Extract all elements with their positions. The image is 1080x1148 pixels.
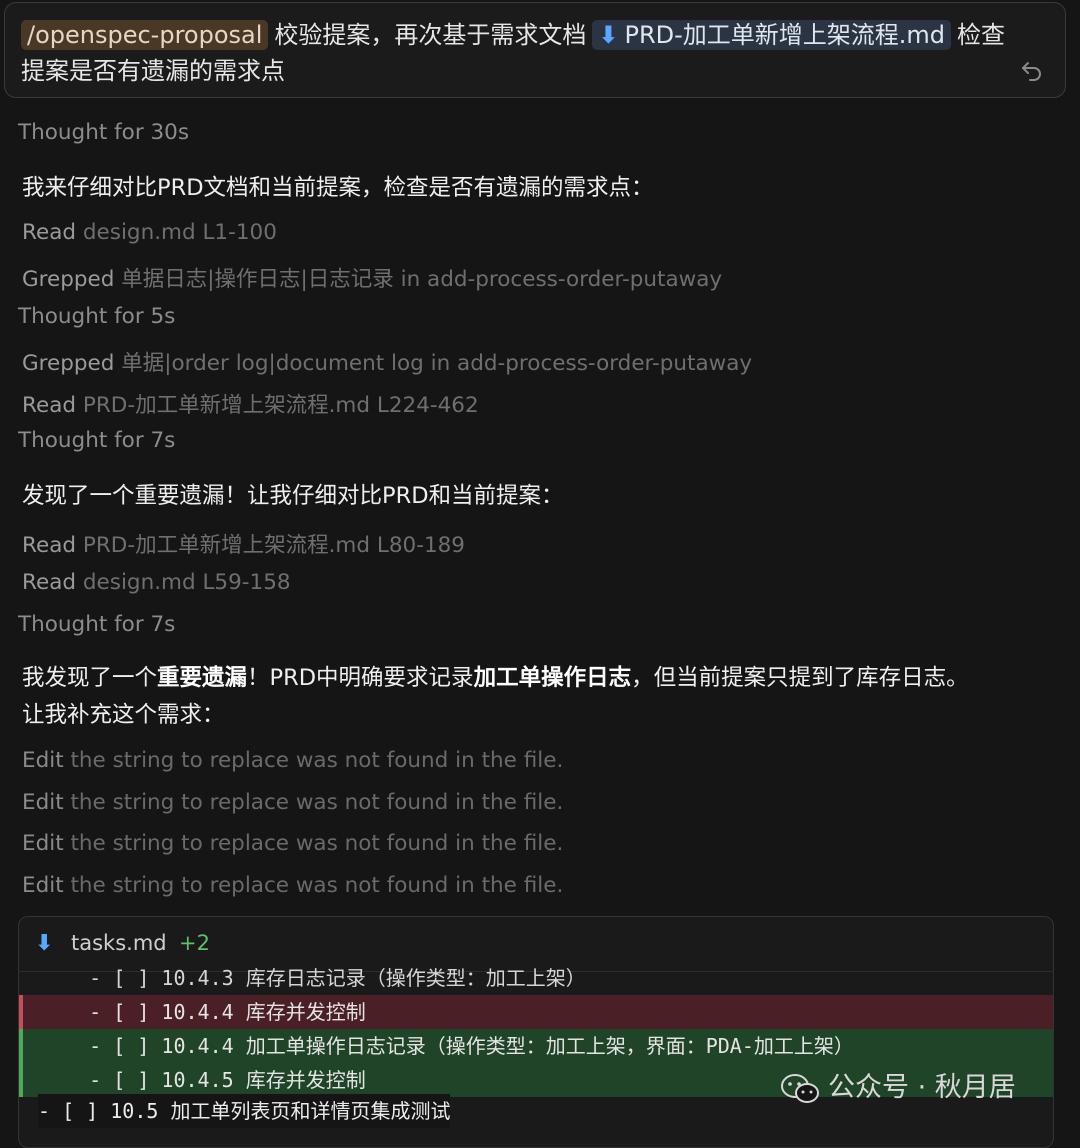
command-chip[interactable]: /openspec-proposal — [21, 20, 269, 50]
thought-label: Thought — [18, 304, 108, 329]
wechat-icon — [781, 1073, 819, 1103]
edit-result-row[interactable]: Edit the string to replace was not found… — [22, 831, 563, 856]
thought-row[interactable]: Thought for 5s — [18, 304, 175, 329]
diff-added-line: - [ ] 10.4.4 加工单操作日志记录（操作类型：加工上架，界面：PDA-… — [19, 1029, 1053, 1063]
download-arrow-icon: ⬇ — [35, 931, 54, 956]
file-chip-label: PRD-加工单新增上架流程.md — [624, 21, 946, 49]
undo-icon[interactable] — [1019, 57, 1045, 83]
thought-duration: for 5s — [114, 304, 176, 329]
tool-verb: Grepped — [22, 351, 115, 376]
prompt-text: /openspec-proposal 校验提案，再次基于需求文档 ⬇ PRD-加工单新… — [21, 17, 1011, 89]
thought-label: Thought — [18, 120, 108, 145]
thought-duration: for 7s — [114, 612, 176, 637]
tool-call-row[interactable]: Grepped 单据|order log|document log in add… — [22, 346, 752, 377]
thought-label: Thought — [18, 612, 108, 637]
tool-call-row[interactable]: Read design.md L59-158 — [22, 570, 291, 595]
assistant-message: 发现了一个重要遗漏！让我仔细对比PRD和当前提案： — [22, 483, 564, 509]
assistant-message: 我来仔细对比PRD文档和当前提案，检查是否有遗漏的需求点： — [22, 175, 654, 201]
prompt-line-2: 提案是否有遗漏的需求点 — [21, 57, 285, 85]
thought-duration: for 30s — [114, 120, 190, 145]
tool-target: 单据|order log|document log in add-process… — [121, 351, 753, 376]
watermark-text: 公众号 · 秋月居 — [828, 1072, 1016, 1103]
tool-target: 单据日志|操作日志|日志记录 in add-process-order-puta… — [121, 267, 723, 292]
thought-label: Thought — [18, 428, 108, 453]
user-prompt-box[interactable]: /openspec-proposal 校验提案，再次基于需求文档 ⬇ PRD-加工单新… — [4, 2, 1066, 98]
tool-verb: Read — [22, 570, 77, 595]
tool-target: PRD-加工单新增上架流程.md L80-189 — [82, 533, 465, 558]
tool-verb: Grepped — [22, 267, 115, 292]
diff-context-line: - [ ] 10.4.3 库存日志记录（操作类型：加工上架） — [41, 966, 586, 990]
diff-file-name[interactable]: tasks.md — [71, 931, 167, 955]
tool-call-row[interactable]: Read PRD-加工单新增上架流程.md L80-189 — [22, 528, 465, 559]
tool-target: design.md L59-158 — [82, 570, 291, 595]
tool-target: design.md L1-100 — [82, 220, 277, 245]
prompt-text-before: 校验提案，再次基于需求文档 — [274, 21, 587, 49]
tool-target: PRD-加工单新增上架流程.md L224-462 — [82, 393, 479, 418]
tool-call-row[interactable]: Read design.md L1-100 — [22, 220, 277, 245]
edit-result-row[interactable]: Edit the string to replace was not found… — [22, 873, 563, 898]
thought-row[interactable]: Thought for 7s — [18, 612, 175, 637]
assistant-message-final-line2: 让我补充这个需求： — [22, 702, 225, 728]
tool-verb: Read — [22, 393, 77, 418]
prompt-text-after: 检查 — [957, 21, 1006, 49]
tool-verb: Read — [22, 533, 77, 558]
download-arrow-icon: ⬇ — [598, 21, 619, 49]
diff-added-count: +2 — [179, 931, 210, 955]
tool-call-row[interactable]: Read PRD-加工单新增上架流程.md L224-462 — [22, 388, 479, 419]
tool-verb: Read — [22, 220, 77, 245]
watermark: 公众号 · 秋月居 — [780, 1066, 1016, 1110]
edit-result-row[interactable]: Edit the string to replace was not found… — [22, 748, 563, 773]
tool-call-row[interactable]: Grepped 单据日志|操作日志|日志记录 in add-process-or… — [22, 262, 722, 293]
thought-duration: for 7s — [114, 428, 176, 453]
file-reference-chip[interactable]: ⬇ PRD-加工单新增上架流程.md — [592, 20, 952, 50]
diff-trailing-line: - [ ] 10.5 加工单列表页和详情页集成测试 — [38, 1094, 451, 1128]
thought-row[interactable]: Thought for 30s — [18, 120, 189, 145]
diff-deleted-line: - [ ] 10.4.4 库存并发控制 — [19, 995, 1053, 1029]
assistant-message-final: 我发现了一个重要遗漏！PRD中明确要求记录加工单操作日志，但当前提案只提到了库存… — [22, 665, 969, 691]
thought-row[interactable]: Thought for 7s — [18, 428, 175, 453]
edit-result-row[interactable]: Edit the string to replace was not found… — [22, 790, 563, 815]
